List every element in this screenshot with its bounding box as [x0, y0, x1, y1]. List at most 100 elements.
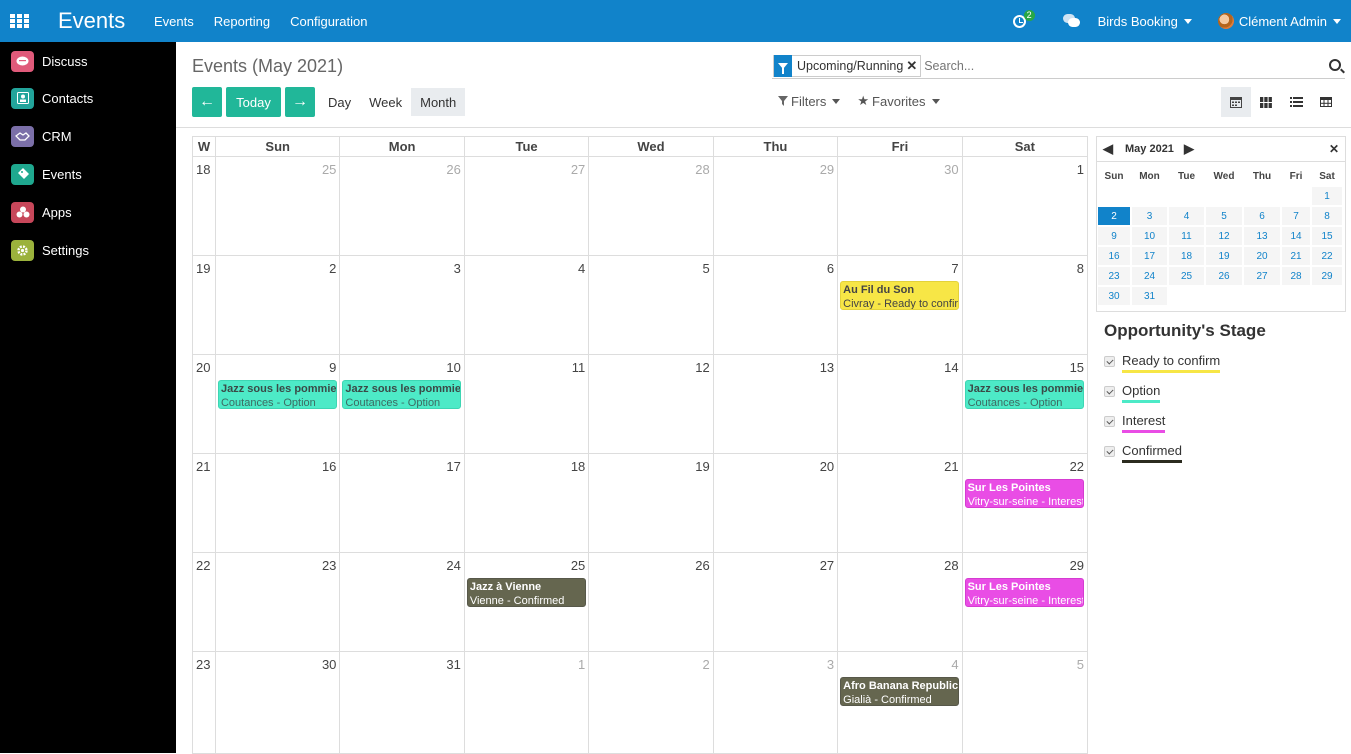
- mini-calendar-day[interactable]: 7: [1282, 207, 1310, 225]
- mini-calendar-day[interactable]: 21: [1282, 247, 1310, 265]
- arrow-left-icon[interactable]: ◀: [1103, 141, 1113, 157]
- mini-calendar-day[interactable]: 20: [1244, 247, 1280, 265]
- search-icon[interactable]: [1329, 59, 1341, 71]
- sidebar-item-events[interactable]: Events: [0, 155, 176, 193]
- calendar-day-cell[interactable]: 26: [340, 157, 465, 255]
- scale-week-button[interactable]: Week: [360, 88, 411, 116]
- mini-calendar-day[interactable]: 12: [1206, 227, 1242, 245]
- calendar-day-cell[interactable]: 21: [838, 454, 963, 552]
- activity-clock-icon[interactable]: 2: [1012, 10, 1035, 31]
- mini-calendar-day[interactable]: 25: [1169, 267, 1204, 285]
- calendar-day-cell[interactable]: 2: [589, 652, 714, 753]
- mini-calendar-day[interactable]: 2: [1098, 207, 1130, 225]
- sidebar-item-contacts[interactable]: Contacts: [0, 79, 176, 117]
- calendar-day-cell[interactable]: 25: [216, 157, 341, 255]
- calendar-event[interactable]: Jazz à Vienne Vienne - Confirmed: [466, 578, 586, 607]
- calendar-day-cell[interactable]: 10 Jazz sous les pommiers Coutances - Opti…: [340, 355, 465, 453]
- calendar-day-cell[interactable]: 20: [714, 454, 839, 552]
- facet-remove-icon[interactable]: ✕: [906, 58, 920, 74]
- calendar-day-cell[interactable]: 24: [340, 553, 465, 651]
- mini-calendar-day[interactable]: 31: [1132, 287, 1167, 305]
- user-menu[interactable]: Clément Admin: [1217, 13, 1341, 29]
- mini-calendar-day[interactable]: 22: [1312, 247, 1342, 265]
- apps-menu-icon[interactable]: [10, 13, 32, 29]
- list-view-button[interactable]: [1281, 87, 1311, 117]
- calendar-day-cell[interactable]: 29 Sur Les Pointes Vitry-sur-seine - Inter…: [963, 553, 1087, 651]
- mini-calendar-day[interactable]: 11: [1169, 227, 1204, 245]
- mini-calendar-day[interactable]: 5: [1206, 207, 1242, 225]
- stage-filter-item[interactable]: Interest: [1104, 413, 1346, 434]
- checkbox-checked-icon[interactable]: [1104, 416, 1115, 427]
- next-button[interactable]: →: [285, 87, 315, 117]
- scale-day-button[interactable]: Day: [319, 88, 360, 116]
- arrow-right-icon[interactable]: ▶: [1184, 141, 1194, 157]
- search-input[interactable]: [924, 58, 1305, 73]
- mini-calendar-day[interactable]: 13: [1244, 227, 1280, 245]
- calendar-view-button[interactable]: [1221, 87, 1251, 117]
- mini-calendar-day[interactable]: 1: [1312, 187, 1342, 205]
- calendar-day-cell[interactable]: 16: [216, 454, 341, 552]
- calendar-day-cell[interactable]: 3: [340, 256, 465, 354]
- calendar-day-cell[interactable]: 25 Jazz à Vienne Vienne - Confirmed: [465, 553, 590, 651]
- calendar-day-cell[interactable]: 30: [216, 652, 341, 753]
- mini-calendar-day[interactable]: 10: [1132, 227, 1167, 245]
- calendar-day-cell[interactable]: 17: [340, 454, 465, 552]
- mini-calendar-day[interactable]: 19: [1206, 247, 1242, 265]
- calendar-day-cell[interactable]: 29: [714, 157, 839, 255]
- calendar-day-cell[interactable]: 4 Afro Banana Republic Gialià - Confirmed: [838, 652, 963, 753]
- mini-calendar-day[interactable]: 27: [1244, 267, 1280, 285]
- today-button[interactable]: Today: [226, 87, 281, 117]
- mini-calendar-day[interactable]: 30: [1098, 287, 1130, 305]
- stage-filter-item[interactable]: Confirmed: [1104, 443, 1346, 464]
- messaging-chat-icon[interactable]: [1062, 14, 1080, 28]
- calendar-day-cell[interactable]: 12: [589, 355, 714, 453]
- stage-filter-item[interactable]: Ready to confirm: [1104, 353, 1346, 374]
- calendar-day-cell[interactable]: 31: [340, 652, 465, 753]
- calendar-day-cell[interactable]: 28: [589, 157, 714, 255]
- calendar-day-cell[interactable]: 18: [465, 454, 590, 552]
- calendar-event[interactable]: Jazz sous les pommiers Coutances - Option: [964, 380, 1084, 409]
- scale-month-button[interactable]: Month: [411, 88, 466, 116]
- calendar-day-cell[interactable]: 4: [465, 256, 590, 354]
- sidebar-item-settings[interactable]: Settings: [0, 231, 176, 269]
- favorites-dropdown[interactable]: ★ Favorites: [857, 93, 940, 109]
- calendar-event[interactable]: Sur Les Pointes Vitry-sur-seine - Interes…: [964, 578, 1084, 607]
- mini-calendar-day[interactable]: 28: [1282, 267, 1310, 285]
- calendar-day-cell[interactable]: 27: [465, 157, 590, 255]
- pivot-view-button[interactable]: [1311, 87, 1341, 117]
- calendar-day-cell[interactable]: 2: [216, 256, 341, 354]
- calendar-event[interactable]: Sur Les Pointes Vitry-sur-seine - Interes…: [964, 479, 1084, 508]
- mini-calendar-day[interactable]: 14: [1282, 227, 1310, 245]
- calendar-day-cell[interactable]: 14: [838, 355, 963, 453]
- mini-calendar-day[interactable]: 17: [1132, 247, 1167, 265]
- calendar-day-cell[interactable]: 3: [714, 652, 839, 753]
- filters-dropdown[interactable]: Filters: [778, 93, 841, 109]
- kanban-view-button[interactable]: [1251, 87, 1281, 117]
- checkbox-checked-icon[interactable]: [1104, 386, 1115, 397]
- calendar-day-cell[interactable]: 15 Jazz sous les pommiers Coutances - Opti…: [963, 355, 1087, 453]
- calendar-day-cell[interactable]: 8: [963, 256, 1087, 354]
- mini-calendar-day[interactable]: 8: [1312, 207, 1342, 225]
- calendar-day-cell[interactable]: 5: [963, 652, 1087, 753]
- mini-calendar-day[interactable]: 23: [1098, 267, 1130, 285]
- mini-calendar-day[interactable]: 9: [1098, 227, 1130, 245]
- calendar-day-cell[interactable]: 7 Au Fil du Son Civray - Ready to confirm: [838, 256, 963, 354]
- menu-reporting[interactable]: Reporting: [214, 14, 270, 29]
- mini-calendar-day[interactable]: 4: [1169, 207, 1204, 225]
- company-switcher[interactable]: Birds Booking: [1098, 14, 1192, 29]
- calendar-event[interactable]: Jazz sous les pommiers Coutances - Option: [342, 380, 462, 409]
- mini-calendar-day[interactable]: 29: [1312, 267, 1342, 285]
- stage-filter-item[interactable]: Option: [1104, 383, 1346, 404]
- calendar-day-cell[interactable]: 30: [838, 157, 963, 255]
- mini-calendar-day[interactable]: 24: [1132, 267, 1167, 285]
- calendar-day-cell[interactable]: 1: [465, 652, 590, 753]
- calendar-day-cell[interactable]: 28: [838, 553, 963, 651]
- checkbox-checked-icon[interactable]: [1104, 446, 1115, 457]
- mini-calendar-day[interactable]: 15: [1312, 227, 1342, 245]
- calendar-day-cell[interactable]: 27: [714, 553, 839, 651]
- calendar-day-cell[interactable]: 1: [963, 157, 1087, 255]
- calendar-day-cell[interactable]: 5: [589, 256, 714, 354]
- close-icon[interactable]: ✕: [1329, 142, 1339, 156]
- checkbox-checked-icon[interactable]: [1104, 356, 1115, 367]
- calendar-event[interactable]: Afro Banana Republic Gialià - Confirmed: [840, 677, 960, 706]
